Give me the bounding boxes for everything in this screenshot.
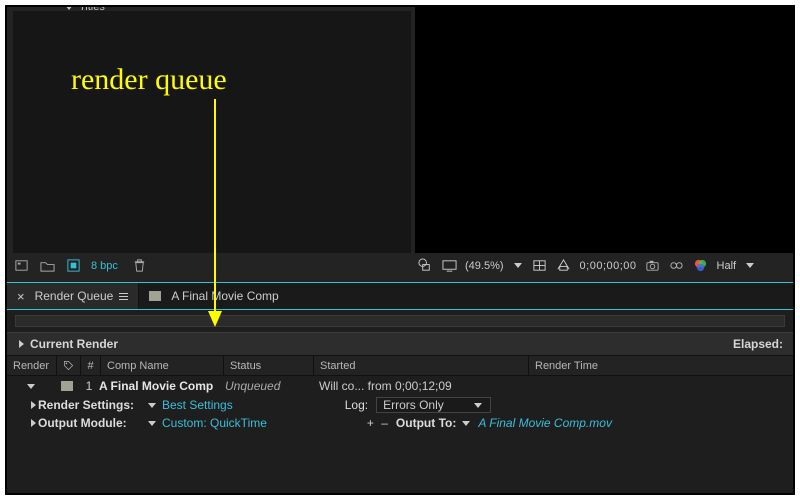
col-number[interactable]: # <box>81 356 101 375</box>
folder-disclosure-icon[interactable] <box>65 5 73 10</box>
disclosure-icon[interactable] <box>31 401 36 409</box>
item-index: 1 <box>79 379 99 393</box>
queue-columns: Render # Comp Name Status Started Render… <box>7 356 793 376</box>
col-started[interactable]: Started <box>314 356 529 375</box>
lower-panel: × Render Queue A Final Movie Comp Curren… <box>7 282 793 493</box>
disclosure-icon[interactable] <box>31 419 36 427</box>
close-icon[interactable]: × <box>17 289 25 304</box>
current-render-label: Current Render <box>30 337 118 351</box>
log-dropdown[interactable]: Errors Only <box>376 397 491 413</box>
app-frame: Titles 8 bpc <box>5 5 795 495</box>
col-comp-name[interactable]: Comp Name <box>101 356 224 375</box>
viewer-canvas[interactable] <box>415 7 795 253</box>
render-settings-value[interactable]: Best Settings <box>162 398 233 412</box>
panel-tabstrip: × Render Queue A Final Movie Comp <box>7 282 793 310</box>
log-value: Errors Only <box>383 398 444 412</box>
item-started: Will co... from 0;00;12;09 <box>313 379 528 393</box>
magnify-icon[interactable] <box>417 258 433 274</box>
bpc-label[interactable]: 8 bpc <box>91 260 118 272</box>
show-snapshot-icon[interactable] <box>669 258 685 274</box>
channels-icon[interactable] <box>693 258 709 274</box>
output-module-row: Output Module: Custom: QuickTime + – Out… <box>7 414 793 432</box>
render-settings-row: Render Settings: Best Settings Log: Erro… <box>7 396 793 414</box>
log-label: Log: <box>345 398 368 412</box>
col-status[interactable]: Status <box>224 356 314 375</box>
dropdown-icon[interactable] <box>474 403 482 408</box>
upper-panels: Titles 8 bpc <box>7 7 793 282</box>
tab-label: Render Queue <box>35 289 114 303</box>
mask-toggle-icon[interactable] <box>556 258 572 274</box>
render-settings-label: Render Settings: <box>38 398 146 412</box>
item-status: Unqueued <box>223 379 313 393</box>
queue-item-row[interactable]: 1 A Final Movie Comp Unqueued Will co...… <box>7 376 793 396</box>
zoom-readout[interactable]: (49.5%) <box>465 260 504 272</box>
add-remove-output-icon[interactable]: + – <box>367 416 390 430</box>
timecode-readout[interactable]: 0;00;00;00 <box>580 260 637 272</box>
viewer-panel: (49.5%) 0;00;00;00 Half <box>411 5 795 278</box>
trash-icon[interactable] <box>132 258 148 274</box>
comp-icon <box>149 291 161 301</box>
monitor-icon[interactable] <box>441 258 457 274</box>
output-module-label: Output Module: <box>38 416 146 430</box>
item-disclosure-icon[interactable] <box>27 384 35 389</box>
current-render-header[interactable]: Current Render Elapsed: <box>7 332 793 356</box>
output-to-label: Output To: <box>396 416 456 430</box>
dropdown-icon[interactable] <box>148 421 156 426</box>
col-render-time[interactable]: Render Time <box>529 356 793 375</box>
panel-menu-icon[interactable] <box>119 293 128 300</box>
resolution-readout[interactable]: Half <box>717 260 737 272</box>
dropdown-icon[interactable] <box>462 421 470 426</box>
tab-render-queue[interactable]: × Render Queue <box>7 283 139 309</box>
render-progress-bar <box>15 315 785 327</box>
disclosure-icon[interactable] <box>19 340 24 348</box>
output-module-value[interactable]: Custom: QuickTime <box>162 416 267 430</box>
new-folder-icon[interactable] <box>39 258 55 274</box>
zoom-dropdown-icon[interactable] <box>514 263 522 268</box>
snapshot-icon[interactable] <box>645 258 661 274</box>
col-render[interactable]: Render <box>7 356 57 375</box>
output-to-value[interactable]: A Final Movie Comp.mov <box>478 416 612 430</box>
safe-zones-icon[interactable] <box>532 258 548 274</box>
annotation-label: render queue <box>71 63 227 97</box>
tab-label: A Final Movie Comp <box>171 289 278 303</box>
item-label-swatch[interactable] <box>61 381 73 391</box>
dropdown-icon[interactable] <box>148 403 156 408</box>
annotation-arrow <box>205 99 225 327</box>
viewer-toolbar: (49.5%) 0;00;00;00 Half <box>411 253 795 278</box>
col-label[interactable] <box>57 356 81 375</box>
elapsed-label: Elapsed: <box>733 337 783 351</box>
interpret-footage-icon[interactable] <box>13 258 29 274</box>
new-comp-icon[interactable] <box>65 258 81 274</box>
item-comp-name: A Final Movie Comp <box>99 379 223 393</box>
tag-icon <box>63 360 74 371</box>
resolution-dropdown-icon[interactable] <box>746 263 754 268</box>
